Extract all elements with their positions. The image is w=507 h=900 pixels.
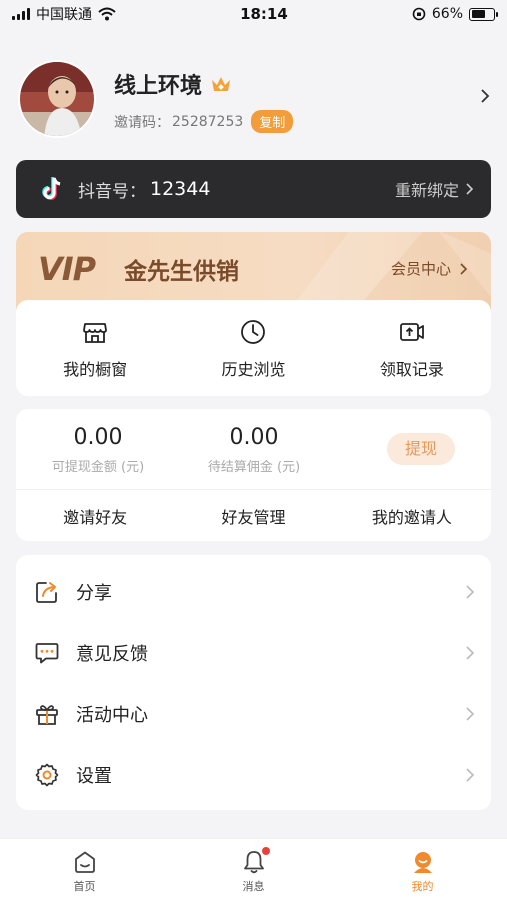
orientation-lock-icon xyxy=(412,7,426,21)
shortcut-my-showcase[interactable]: 我的橱窗 xyxy=(16,300,174,396)
wifi-icon xyxy=(98,7,116,21)
chevron-right-icon xyxy=(466,584,475,599)
withdrawable-label: 可提现金额 (元) xyxy=(51,460,145,475)
douyin-account-bar[interactable]: 抖音号： 12344 重新绑定 xyxy=(16,160,491,218)
menu-item-feedback[interactable]: 意见反馈 xyxy=(16,622,491,683)
tab-home[interactable]: 首页 xyxy=(0,839,169,900)
menu-item-share[interactable]: 分享 xyxy=(16,561,491,622)
menu-label: 活动中心 xyxy=(76,704,148,726)
settings-icon xyxy=(35,763,59,786)
shortcut-claim-records[interactable]: 领取记录 xyxy=(333,300,491,396)
rebind-label: 重新绑定 xyxy=(394,181,459,200)
nickname: 线上环境 xyxy=(114,74,203,99)
share-icon xyxy=(36,581,57,603)
tab-label: 首页 xyxy=(73,880,96,893)
video-upload-icon xyxy=(399,323,424,341)
storefront-icon xyxy=(83,323,108,343)
chevron-right-icon xyxy=(466,645,475,660)
shortcut-history[interactable]: 历史浏览 xyxy=(174,300,332,396)
tab-label: 消息 xyxy=(242,880,265,893)
feedback-icon xyxy=(35,642,59,663)
menu-label: 意见反馈 xyxy=(76,643,148,665)
chevron-right-icon xyxy=(466,706,475,721)
douyin-id: 12344 xyxy=(150,178,211,200)
home-icon xyxy=(74,851,95,873)
copy-button[interactable]: 复制 xyxy=(251,110,294,133)
my-inviter-link[interactable]: 我的邀请人 xyxy=(333,504,491,528)
chevron-right-icon[interactable] xyxy=(479,89,491,103)
menu-label: 分享 xyxy=(76,582,112,604)
withdraw-button[interactable]: 提现 xyxy=(387,433,455,465)
status-bar: 中国联通 18:14 66% xyxy=(0,0,507,28)
battery-icon xyxy=(469,7,498,21)
battery-percent: 66% xyxy=(431,6,463,22)
tab-messages[interactable]: 消息 xyxy=(169,839,338,900)
carrier-name: 中国联通 xyxy=(36,7,92,23)
chevron-right-icon xyxy=(466,183,473,195)
clock-icon xyxy=(241,320,266,344)
pending-commission-block[interactable]: 0.00 待结算佣金 (元) xyxy=(174,425,334,475)
pending-commission-amount: 0.00 xyxy=(229,425,279,450)
tab-mine[interactable]: 我的 xyxy=(338,839,507,900)
pending-commission-label: 待结算佣金 (元) xyxy=(207,460,301,475)
douyin-id-label: 抖音号： xyxy=(78,181,146,202)
notification-badge xyxy=(261,847,270,855)
tab-label: 我的 xyxy=(411,880,434,893)
shortcut-label: 领取记录 xyxy=(379,360,444,379)
douyin-logo-icon xyxy=(42,177,61,201)
wallet-card: 0.00 可提现金额 (元) 0.00 待结算佣金 (元) 提现 邀请好友 好友… xyxy=(16,409,491,541)
signal-icon xyxy=(12,8,30,20)
profile-header[interactable]: 线上环境 邀请码： 25287253 复制 xyxy=(0,56,507,146)
rebind-button[interactable]: 重新绑定 xyxy=(395,177,473,201)
gift-icon xyxy=(36,704,58,725)
invite-code: 25287253 xyxy=(172,113,244,130)
member-center-label: 会员中心 xyxy=(390,260,451,278)
menu-item-settings[interactable]: 设置 xyxy=(16,744,491,805)
menu-label: 设置 xyxy=(76,765,112,787)
withdrawable-amount-block[interactable]: 0.00 可提现金额 (元) xyxy=(18,425,178,475)
shortcut-card: 我的橱窗 历史浏览 领取记录 xyxy=(16,300,491,396)
chevron-right-icon xyxy=(466,767,475,782)
menu-list: 分享 意见反馈 活动中心 设置 xyxy=(16,555,491,810)
menu-item-activity-center[interactable]: 活动中心 xyxy=(16,683,491,744)
chevron-right-icon xyxy=(460,262,467,275)
invite-friends-link[interactable]: 邀请好友 xyxy=(16,504,174,528)
withdrawable-amount: 0.00 xyxy=(73,425,123,450)
profile-icon xyxy=(413,852,432,873)
bottom-tab-bar: 首页 消息 我的 xyxy=(0,838,507,900)
clock-time: 18:14 xyxy=(240,5,288,23)
crown-icon xyxy=(212,77,231,91)
vip-title: 金先生供销 xyxy=(124,259,239,285)
member-center-link[interactable]: 会员中心 xyxy=(391,258,467,279)
invite-code-label: 邀请码： xyxy=(114,114,170,131)
avatar[interactable] xyxy=(18,60,96,138)
friend-management-link[interactable]: 好友管理 xyxy=(174,504,332,528)
vip-logo: VIP xyxy=(38,250,96,288)
shortcut-label: 历史浏览 xyxy=(221,360,286,379)
shortcut-label: 我的橱窗 xyxy=(63,360,128,379)
